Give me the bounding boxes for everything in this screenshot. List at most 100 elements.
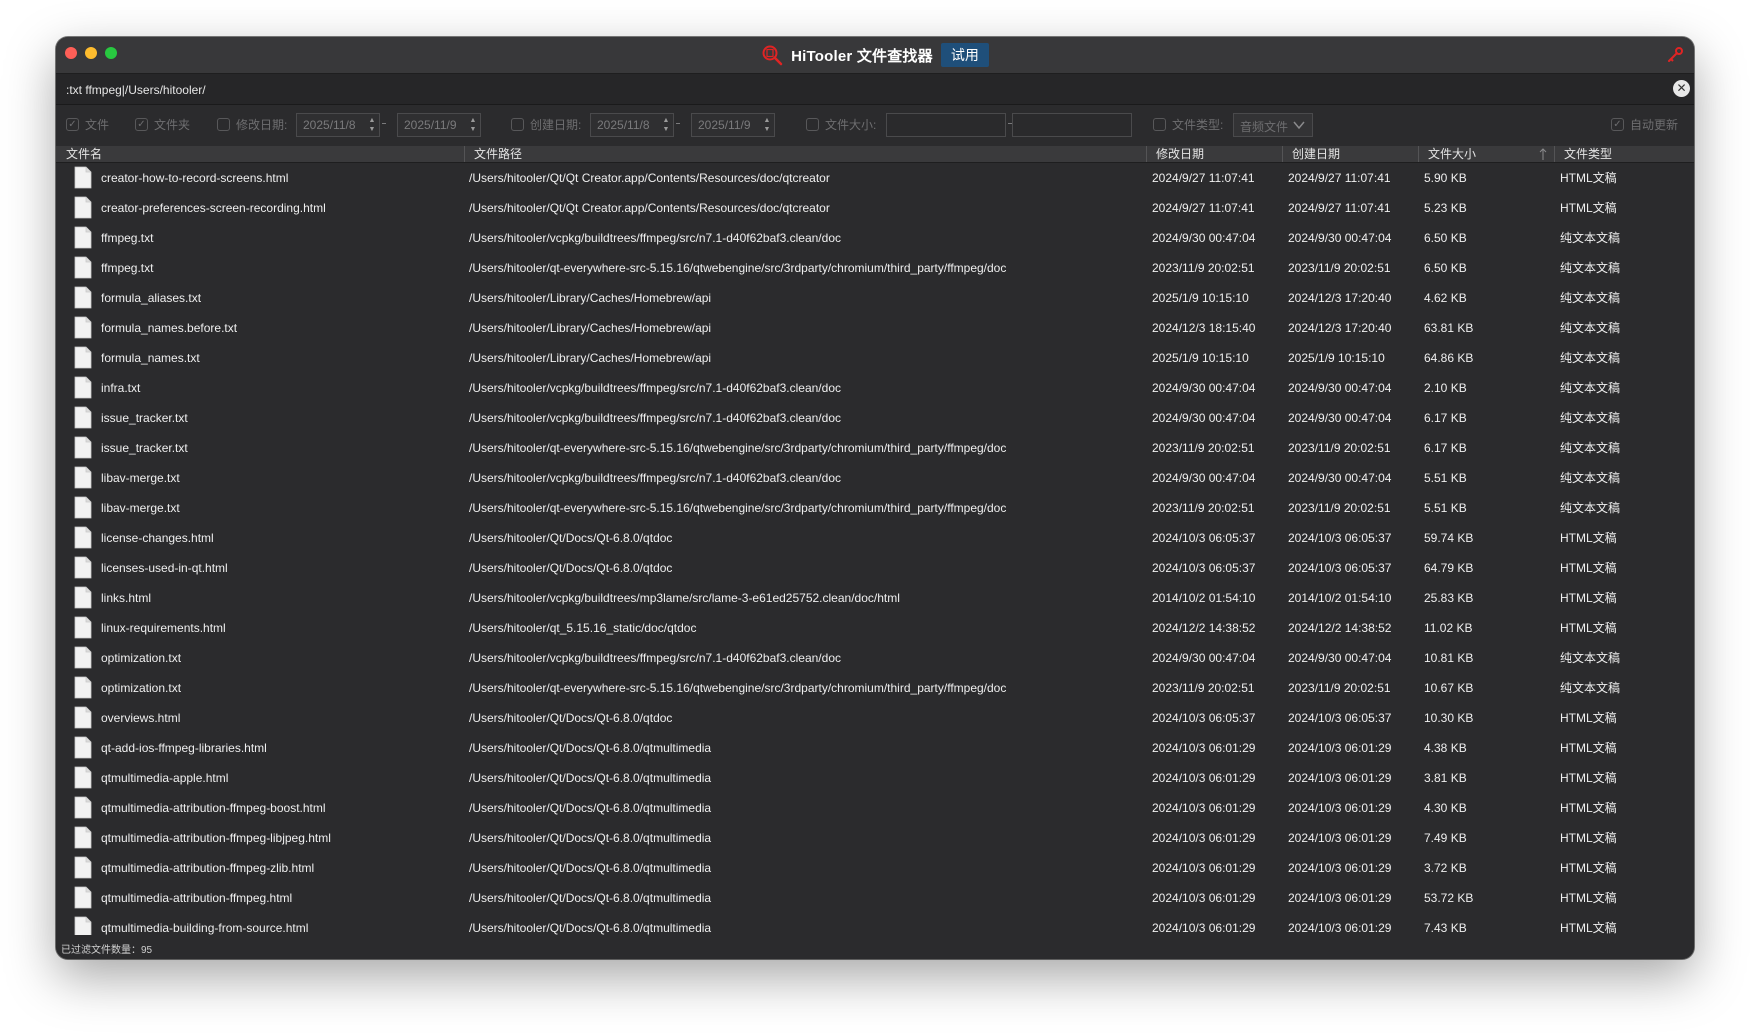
modified-from-value: 2025/11/8 xyxy=(303,118,356,132)
table-row[interactable]: qt-add-ios-ffmpeg-libraries.html/Users/h… xyxy=(56,733,1694,763)
table-row[interactable]: optimization.txt/Users/hitooler/vcpkg/bu… xyxy=(56,643,1694,673)
table-row[interactable]: links.html/Users/hitooler/vcpkg/buildtre… xyxy=(56,583,1694,613)
filter-modified[interactable]: 修改日期: xyxy=(217,116,287,133)
file-path: /Users/hitooler/Qt/Docs/Qt-6.8.0/qtmulti… xyxy=(469,771,712,785)
column-header-name[interactable]: 文件名 xyxy=(66,147,102,161)
file-size: 11.02 KB xyxy=(1424,621,1473,635)
table-row[interactable]: infra.txt/Users/hitooler/vcpkg/buildtree… xyxy=(56,373,1694,403)
column-divider[interactable] xyxy=(1554,146,1555,162)
filter-auto-refresh[interactable]: ✓ 自动更新 xyxy=(1611,116,1678,133)
file-checkbox[interactable]: ✓ xyxy=(66,118,79,131)
document-icon xyxy=(74,856,92,879)
document-icon xyxy=(74,166,92,189)
table-row[interactable]: formula_aliases.txt/Users/hitooler/Libra… xyxy=(56,283,1694,313)
table-row[interactable]: linux-requirements.html/Users/hitooler/q… xyxy=(56,613,1694,643)
table-row[interactable]: license-changes.html/Users/hitooler/Qt/D… xyxy=(56,523,1694,553)
column-divider[interactable] xyxy=(1418,146,1419,162)
size-max-input[interactable] xyxy=(1012,113,1132,137)
created-date: 2024/10/3 06:01:29 xyxy=(1288,861,1392,875)
file-type-selected: 音频文件 xyxy=(1240,120,1289,134)
file-type-select[interactable]: 音频文件 xyxy=(1233,113,1313,137)
document-icon xyxy=(74,286,92,309)
modified-date: 2024/9/30 00:47:04 xyxy=(1152,231,1256,245)
date-stepper[interactable]: ▲ ▼ xyxy=(367,116,377,134)
column-header-path[interactable]: 文件路径 xyxy=(474,147,522,161)
type-checkbox[interactable] xyxy=(1153,118,1166,131)
column-divider[interactable] xyxy=(464,146,465,162)
created-date-checkbox[interactable] xyxy=(511,118,524,131)
modified-date-checkbox[interactable] xyxy=(217,118,230,131)
filter-folder[interactable]: ✓ 文件夹 xyxy=(135,116,190,133)
folder-checkbox[interactable]: ✓ xyxy=(135,118,148,131)
file-size: 4.38 KB xyxy=(1424,741,1467,755)
column-divider[interactable] xyxy=(1282,146,1283,162)
created-date: 2024/10/3 06:01:29 xyxy=(1288,921,1392,935)
table-row[interactable]: qtmultimedia-attribution-ffmpeg-boost.ht… xyxy=(56,793,1694,823)
filter-file[interactable]: ✓ 文件 xyxy=(66,116,109,133)
file-size: 53.72 KB xyxy=(1424,891,1474,905)
file-name: qtmultimedia-attribution-ffmpeg-zlib.htm… xyxy=(101,861,315,875)
filter-size[interactable]: 文件大小: xyxy=(806,116,876,133)
trial-badge[interactable]: 试用 xyxy=(940,43,989,67)
table-row[interactable]: qtmultimedia-attribution-ffmpeg.html/Use… xyxy=(56,883,1694,913)
size-checkbox[interactable] xyxy=(806,118,819,131)
table-row[interactable]: ffmpeg.txt/Users/hitooler/vcpkg/buildtre… xyxy=(56,223,1694,253)
table-row[interactable]: optimization.txt/Users/hitooler/qt-every… xyxy=(56,673,1694,703)
table-row[interactable]: licenses-used-in-qt.html/Users/hitooler/… xyxy=(56,553,1694,583)
file-name: formula_names.txt xyxy=(101,351,200,365)
file-type: HTML文稿 xyxy=(1560,771,1617,785)
document-icon xyxy=(74,706,92,729)
table-row[interactable]: ffmpeg.txt/Users/hitooler/qt-everywhere-… xyxy=(56,253,1694,283)
filter-type[interactable]: 文件类型: xyxy=(1153,116,1223,133)
file-size: 10.81 KB xyxy=(1424,651,1474,665)
filter-file-label: 文件 xyxy=(85,118,110,132)
auto-refresh-checkbox[interactable]: ✓ xyxy=(1611,118,1624,131)
table-row[interactable]: qtmultimedia-apple.html/Users/hitooler/Q… xyxy=(56,763,1694,793)
file-name: qtmultimedia-attribution-ffmpeg-libjpeg.… xyxy=(101,831,331,845)
table-row[interactable]: libav-merge.txt/Users/hitooler/vcpkg/bui… xyxy=(56,463,1694,493)
modified-date: 2024/12/3 18:15:40 xyxy=(1152,321,1256,335)
table-row[interactable]: qtmultimedia-attribution-ffmpeg-zlib.htm… xyxy=(56,853,1694,883)
sort-ascending-icon[interactable] xyxy=(1538,147,1548,161)
created-from-value: 2025/11/8 xyxy=(597,118,650,132)
modified-from-date[interactable]: 2025/11/8 ▲ ▼ xyxy=(296,113,380,137)
created-from-date[interactable]: 2025/11/8 ▲ ▼ xyxy=(590,113,674,137)
modified-date: 2024/9/27 11:07:41 xyxy=(1152,171,1255,185)
table-row[interactable]: creator-how-to-record-screens.html/Users… xyxy=(56,163,1694,193)
table-row[interactable]: issue_tracker.txt/Users/hitooler/qt-ever… xyxy=(56,433,1694,463)
table-row[interactable]: libav-merge.txt/Users/hitooler/qt-everyw… xyxy=(56,493,1694,523)
document-icon xyxy=(74,196,92,219)
table-row[interactable]: formula_names.txt/Users/hitooler/Library… xyxy=(56,343,1694,373)
date-stepper[interactable]: ▲ ▼ xyxy=(762,116,772,134)
file-size: 64.79 KB xyxy=(1424,561,1474,575)
table-row[interactable]: issue_tracker.txt/Users/hitooler/vcpkg/b… xyxy=(56,403,1694,433)
file-name: libav-merge.txt xyxy=(101,501,180,515)
filter-created[interactable]: 创建日期: xyxy=(511,116,581,133)
file-type: 纯文本文稿 xyxy=(1560,501,1621,515)
column-header-type[interactable]: 文件类型 xyxy=(1564,147,1612,161)
table-row[interactable]: creator-preferences-screen-recording.htm… xyxy=(56,193,1694,223)
table-row[interactable]: qtmultimedia-attribution-ffmpeg-libjpeg.… xyxy=(56,823,1694,853)
created-to-date[interactable]: 2025/11/9 ▲ ▼ xyxy=(691,113,775,137)
file-type: 纯文本文稿 xyxy=(1560,291,1621,305)
column-header-created[interactable]: 创建日期 xyxy=(1292,147,1340,161)
file-type: HTML文稿 xyxy=(1560,201,1617,215)
close-circle-icon[interactable]: ✕ xyxy=(1673,80,1690,97)
column-header-size[interactable]: 文件大小 xyxy=(1428,147,1476,161)
table-row[interactable]: overviews.html/Users/hitooler/Qt/Docs/Qt… xyxy=(56,703,1694,733)
date-stepper[interactable]: ▲ ▼ xyxy=(661,116,671,134)
key-icon[interactable] xyxy=(1666,46,1684,64)
date-stepper[interactable]: ▲ ▼ xyxy=(468,116,478,134)
modified-to-date[interactable]: 2025/11/9 ▲ ▼ xyxy=(397,113,481,137)
file-name: creator-preferences-screen-recording.htm… xyxy=(101,201,326,215)
search-input[interactable] xyxy=(64,78,1648,102)
column-header-modified[interactable]: 修改日期 xyxy=(1156,147,1204,161)
column-divider[interactable] xyxy=(1146,146,1147,162)
size-min-input[interactable] xyxy=(886,113,1006,137)
file-type: HTML文稿 xyxy=(1560,861,1617,875)
table-row[interactable]: formula_names.before.txt/Users/hitooler/… xyxy=(56,313,1694,343)
document-icon xyxy=(74,796,92,819)
file-path: /Users/hitooler/Qt/Docs/Qt-6.8.0/qtmulti… xyxy=(469,801,712,815)
file-size: 7.49 KB xyxy=(1424,831,1467,845)
file-size: 2.10 KB xyxy=(1424,381,1467,395)
